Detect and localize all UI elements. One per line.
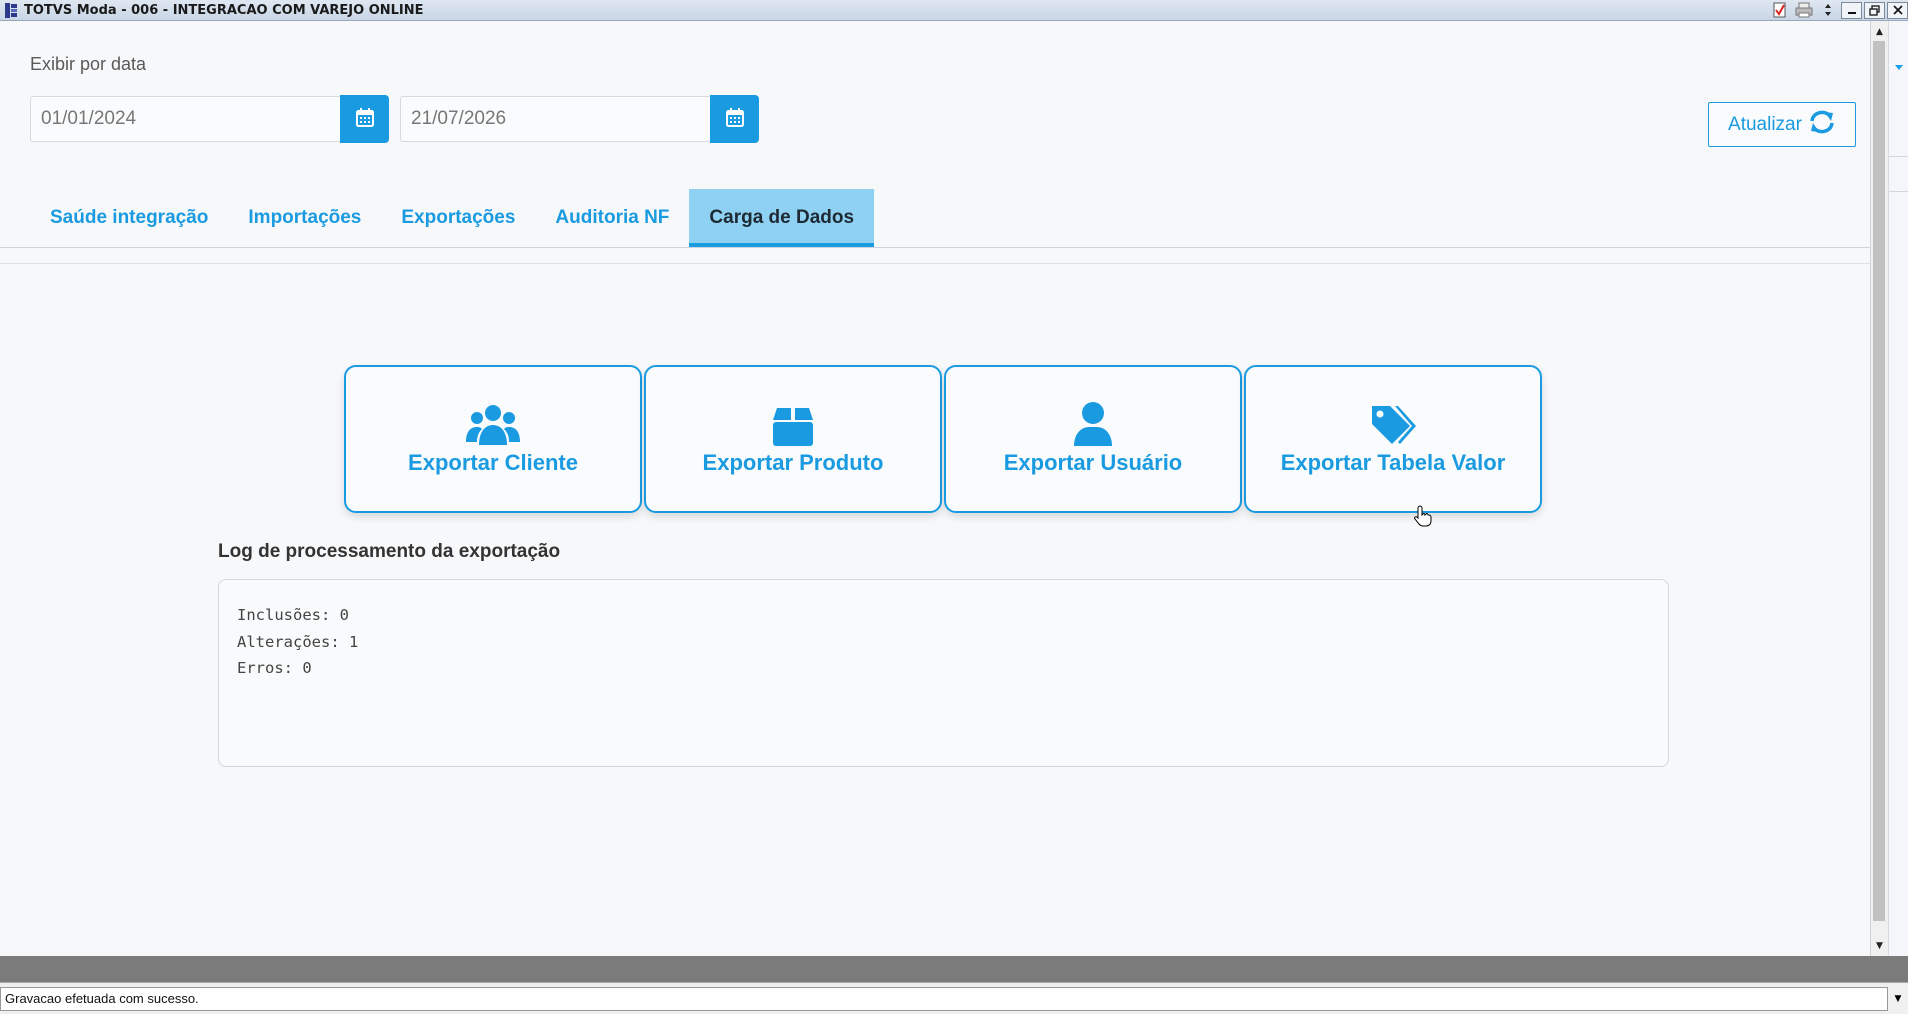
restore-button[interactable] <box>1864 1 1885 19</box>
export-usuario-button[interactable]: Exportar Usuário <box>944 365 1242 513</box>
status-dropdown-icon[interactable]: ▼ <box>1888 987 1908 1011</box>
tab-auditoria-nf[interactable]: Auditoria NF <box>535 189 689 247</box>
export-produto-button[interactable]: Exportar Produto <box>644 365 942 513</box>
status-message: Gravacao efetuada com sucesso. <box>0 987 1888 1011</box>
end-date-picker <box>400 95 759 144</box>
side-panel-strip <box>1888 21 1908 956</box>
close-button[interactable] <box>1887 1 1908 19</box>
refresh-label: Atualizar <box>1728 113 1802 135</box>
app-icon <box>3 2 19 18</box>
start-date-calendar-button[interactable] <box>340 95 389 143</box>
scrollbar-thumb[interactable] <box>1873 41 1885 921</box>
minimize-button[interactable] <box>1841 1 1862 19</box>
users-icon <box>466 402 520 446</box>
log-line-alteracoes: Alterações: 1 <box>237 632 359 651</box>
tab-saude-integracao[interactable]: Saúde integração <box>30 189 228 247</box>
tabs-divider <box>0 247 1870 248</box>
window-title: TOTVS Moda - 006 - INTEGRACAO COM VAREJO… <box>24 2 424 18</box>
start-date-picker <box>30 95 389 144</box>
printer-icon[interactable] <box>1793 1 1815 19</box>
end-date-calendar-button[interactable] <box>710 95 759 143</box>
export-cliente-button[interactable]: Exportar Cliente <box>344 365 642 513</box>
hand-cursor-icon <box>1414 505 1432 531</box>
refresh-icon <box>1808 110 1836 140</box>
log-line-inclusoes: Inclusões: 0 <box>237 606 349 624</box>
log-output: Inclusões: 0 Alterações: 1 Erros: 0 <box>218 579 1669 767</box>
tab-importacoes[interactable]: Importações <box>228 189 381 247</box>
log-line-erros: Erros: 0 <box>237 659 312 677</box>
document-icon[interactable] <box>1769 1 1791 19</box>
tab-bar: Saúde integração Importações Exportações… <box>30 189 875 247</box>
options-menu-icon[interactable] <box>1817 1 1839 19</box>
export-tabela-valor-label: Exportar Tabela Valor <box>1280 450 1506 475</box>
refresh-button[interactable]: Atualizar <box>1708 102 1856 147</box>
divider <box>1889 191 1908 192</box>
divider <box>1889 156 1908 157</box>
end-date-input[interactable] <box>400 96 710 142</box>
calendar-icon <box>355 107 374 131</box>
scroll-up-icon[interactable]: ▲ <box>1871 23 1888 40</box>
window-title-bar: TOTVS Moda - 006 - INTEGRACAO COM VAREJO… <box>0 0 1908 21</box>
tags-icon <box>1370 402 1416 446</box>
export-produto-label: Exportar Produto <box>702 450 884 475</box>
window-controls <box>1769 0 1908 20</box>
export-cliente-label: Exportar Cliente <box>408 450 578 475</box>
export-usuario-label: Exportar Usuário <box>1003 450 1183 475</box>
footer-band <box>0 956 1908 982</box>
content-divider <box>0 263 1870 264</box>
export-tabela-valor-button[interactable]: Exportar Tabela Valor <box>1244 365 1542 513</box>
log-title: Log de processamento da exportação <box>218 541 561 562</box>
collapse-arrow-icon[interactable] <box>1895 65 1903 70</box>
calendar-icon <box>725 107 744 131</box>
date-filter-label: Exibir por data <box>30 54 147 74</box>
user-icon <box>1074 402 1112 446</box>
status-bar: Gravacao efetuada com sucesso. ▼ <box>0 982 1908 1014</box>
tab-exportacoes[interactable]: Exportações <box>381 189 535 247</box>
vertical-scrollbar[interactable]: ▲ ▼ <box>1870 21 1888 956</box>
tab-carga-de-dados[interactable]: Carga de Dados <box>689 189 875 247</box>
scroll-down-icon[interactable]: ▼ <box>1871 937 1888 954</box>
box-icon <box>773 402 813 446</box>
start-date-input[interactable] <box>30 96 340 142</box>
export-card-group: Exportar Cliente Exportar Produto Export… <box>344 365 1542 513</box>
